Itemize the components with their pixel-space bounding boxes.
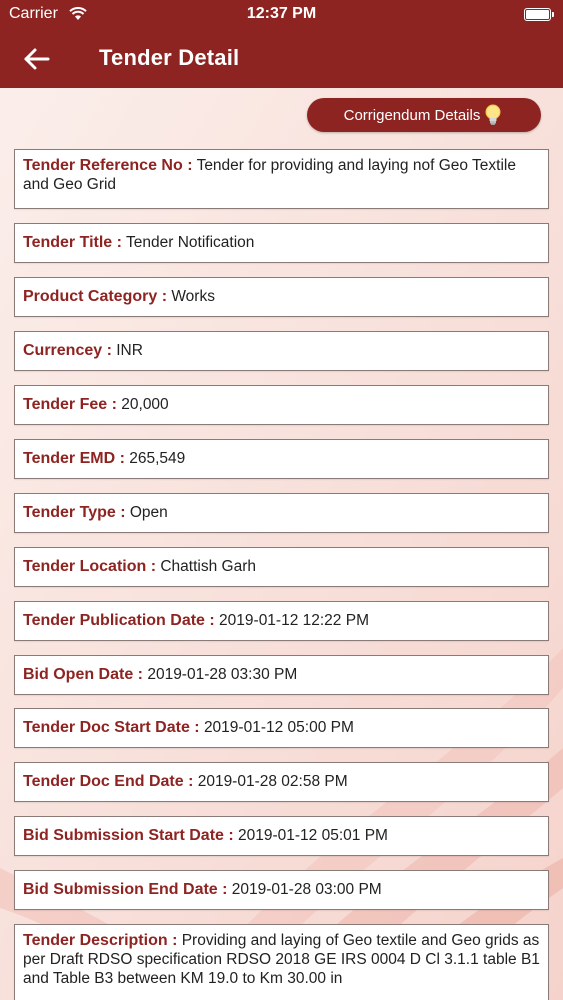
tender-field-label: Tender Doc Start Date : — [23, 719, 200, 736]
status-bar: Carrier 12:37 PM — [0, 0, 563, 30]
tender-field-box: Tender Doc Start Date : 2019-01-12 05:00… — [14, 708, 549, 748]
tender-field-box: Tender Doc End Date : 2019-01-28 02:58 P… — [14, 762, 549, 802]
arrow-left-icon[interactable] — [22, 44, 52, 74]
tender-field-value: 2019-01-12 05:00 PM — [203, 719, 354, 736]
tender-field-box: Tender Publication Date : 2019-01-12 12:… — [14, 601, 549, 641]
tender-field-value: 265,549 — [129, 450, 186, 467]
tender-field-box: Bid Submission End Date : 2019-01-28 03:… — [14, 870, 549, 910]
tender-field-value: Tender Notification — [126, 234, 255, 251]
lightbulb-icon — [485, 104, 501, 125]
tender-field-label: Product Category : — [23, 288, 168, 305]
tender-field-box: Currencey : INR — [14, 331, 549, 371]
tender-field-value: INR — [116, 342, 143, 359]
tender-field-value: Works — [171, 288, 215, 305]
tender-field-value: 20,000 — [121, 396, 169, 413]
tender-field-box: Tender Fee : 20,000 — [14, 385, 549, 425]
tender-field-label: Tender Location : — [23, 558, 157, 575]
tender-field-value: 2019-01-28 03:00 PM — [231, 881, 382, 898]
tender-field-box: Bid Open Date : 2019-01-28 03:30 PM — [14, 655, 549, 695]
tender-field-box: Tender EMD : 265,549 — [14, 439, 549, 479]
clock: 12:37 PM — [246, 5, 317, 22]
tender-field-label: Tender Description : — [23, 932, 178, 949]
tender-field-value: Open — [129, 504, 168, 521]
tender-field-label: Tender Reference No : — [23, 157, 193, 174]
navigation-bar: Tender Detail — [0, 30, 563, 88]
tender-field-label: Bid Open Date : — [23, 666, 144, 683]
tender-field-label: Tender Doc End Date : — [23, 773, 194, 790]
page-title: Tender Detail — [99, 45, 240, 70]
tender-field-label: Currencey : — [23, 342, 112, 359]
tender-field-label: Bid Submission End Date : — [23, 881, 228, 898]
corrigendum-button-label: Corrigendum Details — [343, 106, 481, 124]
tender-field-label: Tender EMD : — [23, 450, 125, 467]
tender-field-value: 2019-01-28 02:58 PM — [197, 773, 348, 790]
tender-field-box: Bid Submission Start Date : 2019-01-12 0… — [14, 816, 549, 856]
corrigendum-details-button[interactable]: Corrigendum Details — [307, 98, 541, 132]
tender-detail-content: Corrigendum Details Tender Reference No … — [0, 88, 563, 1000]
tender-field-box: Tender Reference No : Tender for providi… — [14, 149, 549, 209]
tender-field-value: Chattish Garh — [160, 558, 256, 575]
tender-field-value: 2019-01-12 12:22 PM — [219, 612, 369, 629]
tender-field-label: Bid Submission Start Date : — [23, 827, 234, 844]
tender-field-box: Tender Title : Tender Notification — [14, 223, 549, 263]
tender-field-label: Tender Type : — [23, 504, 126, 521]
tender-field-value: 2019-01-12 05:01 PM — [238, 827, 388, 844]
tender-field-box: Tender Type : Open — [14, 493, 549, 533]
tender-field-box: Product Category : Works — [14, 277, 549, 317]
tender-field-box: Tender Location : Chattish Garh — [14, 547, 549, 587]
tender-field-label: Tender Title : — [23, 234, 122, 251]
tender-field-box: Tender Description : Providing and layin… — [14, 924, 549, 1000]
battery-icon — [524, 8, 554, 21]
tender-field-value: 2019-01-28 03:30 PM — [147, 666, 298, 683]
tender-field-label: Tender Fee : — [23, 396, 117, 413]
tender-field-label: Tender Publication Date : — [23, 612, 215, 629]
